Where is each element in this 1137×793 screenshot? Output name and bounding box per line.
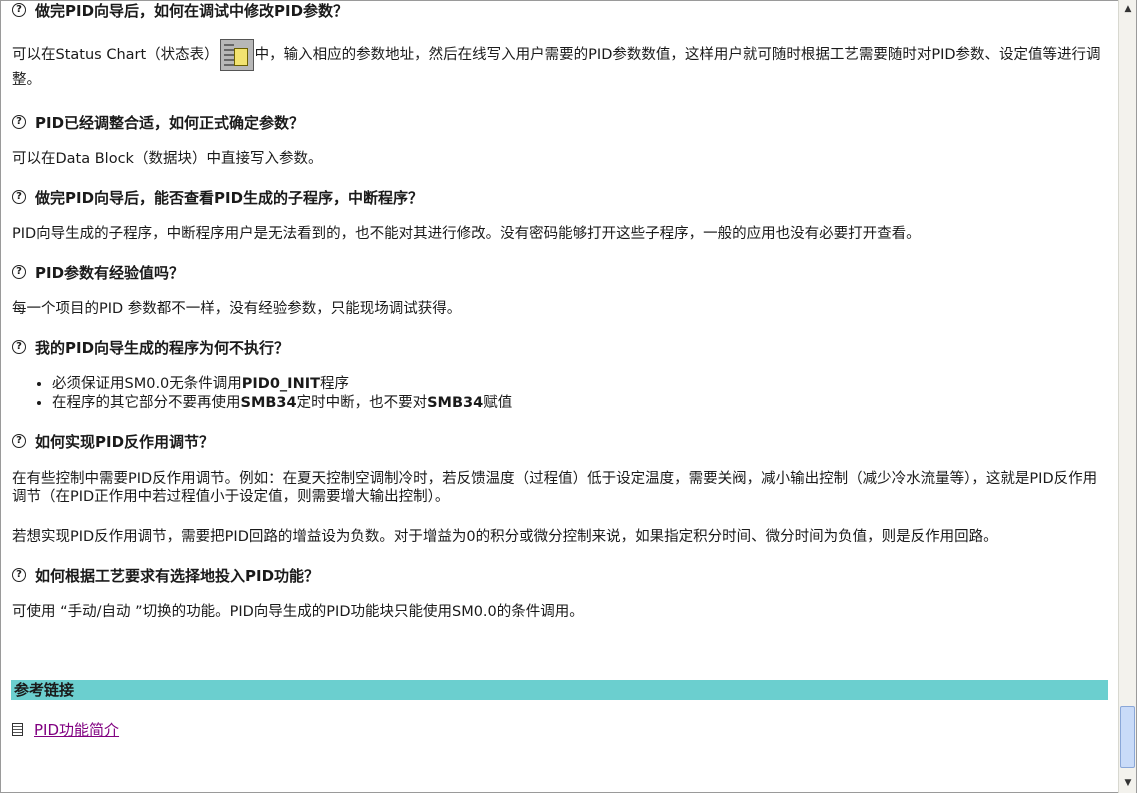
faq-question: ? PID参数有经验值吗？ <box>12 261 184 283</box>
item-text: 赋值 <box>483 395 513 411</box>
page-icon <box>12 722 23 736</box>
question-text: 如何实现PID反作用调节？ <box>35 432 215 451</box>
pid-intro-link[interactable]: PID功能简介 <box>34 719 119 740</box>
question-text: 如何根据工艺要求有选择地投入PID功能？ <box>35 566 320 585</box>
reference-link-row: PID功能简介 <box>12 719 119 739</box>
faq-answer: PID向导生成的子程序，中断程序用户是无法看到的，也不能对其进行修改。没有密码能… <box>12 226 921 242</box>
question-icon: ? <box>12 568 26 582</box>
question-icon: ? <box>12 115 26 129</box>
scrollbar-thumb[interactable] <box>1120 706 1135 768</box>
faq-question: ? PID已经调整合适，如何正式确定参数？ <box>12 111 304 133</box>
scroll-up-arrow-icon[interactable]: ▲ <box>1120 1 1136 17</box>
question-text: 做完PID向导后，能否查看PID生成的子程序，中断程序？ <box>35 188 424 207</box>
item-text: 程序 <box>320 376 349 392</box>
scroll-down-arrow-icon[interactable]: ▼ <box>1120 775 1136 791</box>
help-content: ? 做完PID向导后，如何在调试中修改PID参数？ 可以在Status Chart… <box>0 0 1118 793</box>
faq-question: ? 我的PID向导生成的程序为何不执行？ <box>12 336 289 358</box>
faq-question: ? 如何实现PID反作用调节？ <box>12 430 214 452</box>
question-icon: ? <box>12 3 26 17</box>
faq-answer: 在有些控制中需要PID反作用调节。例如：在夏天控制空调制冷时，若反馈温度（过程值… <box>12 471 1098 505</box>
faq-answer: 可以在Data Block（数据块）中直接写入参数。 <box>12 151 323 167</box>
vertical-scrollbar[interactable]: ▲ ▼ <box>1118 0 1136 793</box>
answer-text: 可以在Status Chart（状态表） <box>12 47 219 63</box>
status-chart-icon <box>219 39 254 71</box>
faq-question: ? 做完PID向导后，如何在调试中修改PID参数？ <box>12 0 348 21</box>
item-text: 定时中断，也不要对 <box>296 395 428 411</box>
question-text: 做完PID向导后，如何在调试中修改PID参数？ <box>35 1 349 20</box>
question-text: PID参数有经验值吗？ <box>35 263 185 282</box>
list-item: 必须保证用SM0.0无条件调用PID0_INIT程序 <box>52 375 512 394</box>
item-text: SMB34 <box>240 395 297 411</box>
list-item: 在程序的其它部分不要再使用SMB34定时中断，也不要对SMB34赋值 <box>52 394 512 413</box>
faq-answer-list: 必须保证用SM0.0无条件调用PID0_INIT程序 在程序的其它部分不要再使用… <box>22 375 512 413</box>
item-text: SMB34 <box>427 395 484 411</box>
faq-answer: 可使用 “手动/自动 ”切换的功能。PID向导生成的PID功能块只能使用SM0.… <box>12 604 584 620</box>
item-text: 在程序的其它部分不要再使用 <box>52 395 241 411</box>
question-text: PID已经调整合适，如何正式确定参数？ <box>35 113 305 132</box>
faq-answer: 可以在Status Chart（状态表） 中，输入相应的参数地址，然后在线写入用户… <box>12 39 1102 89</box>
question-icon: ? <box>12 434 26 448</box>
question-icon: ? <box>12 265 26 279</box>
item-text: PID0_INIT <box>241 376 320 392</box>
faq-answer: 若想实现PID反作用调节，需要把PID回路的增益设为负数。对于增益为0的积分或微… <box>12 529 998 545</box>
faq-answer: 每一个项目的PID 参数都不一样，没有经验参数，只能现场调试获得。 <box>12 301 462 317</box>
question-icon: ? <box>12 190 26 204</box>
item-text: 必须保证用SM0.0无条件调用 <box>52 376 242 392</box>
faq-question: ? 做完PID向导后，能否查看PID生成的子程序，中断程序？ <box>12 186 423 208</box>
faq-question: ? 如何根据工艺要求有选择地投入PID功能？ <box>12 564 319 586</box>
reference-links-header: 参考链接 <box>11 680 1108 700</box>
question-text: 我的PID向导生成的程序为何不执行？ <box>35 338 290 357</box>
question-icon: ? <box>12 340 26 354</box>
